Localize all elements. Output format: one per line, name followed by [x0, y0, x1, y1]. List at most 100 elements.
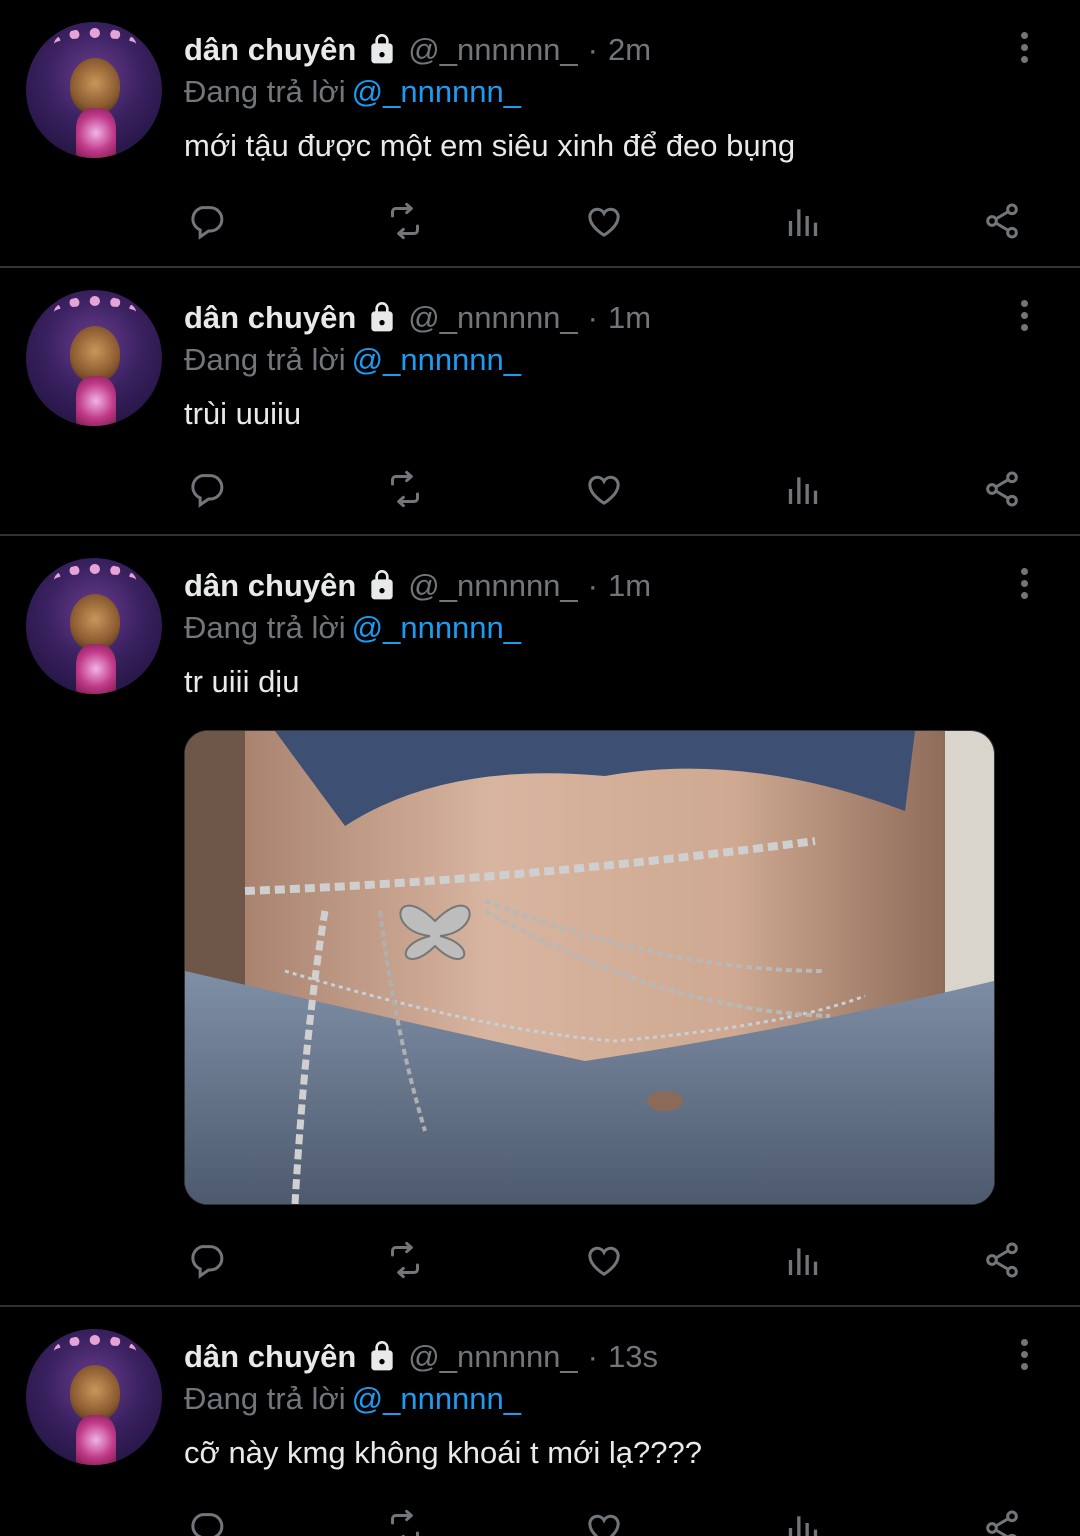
reply-mention-link[interactable]: @_nnnnnn_	[352, 610, 521, 645]
analytics-bars-icon	[788, 477, 818, 504]
views-button[interactable]	[781, 1506, 825, 1536]
more-options-icon[interactable]	[1012, 568, 1036, 602]
lock-icon	[371, 570, 393, 600]
tweet-body: dân chuyên @_nnnnnn_ · 2m Đang trả lời @_…	[184, 22, 1018, 266]
tweet-actions	[184, 1483, 1024, 1536]
display-name[interactable]: dân chuyên	[184, 1337, 356, 1377]
tweet-4[interactable]: dân chuyên @_nnnnnn_ · 13s Đang trả lời @…	[0, 1307, 1080, 1536]
views-button[interactable]	[781, 467, 825, 511]
user-handle[interactable]: @_nnnnnn_	[408, 30, 577, 70]
heart-icon	[588, 207, 620, 237]
timeline-feed: dân chuyên @_nnnnnn_ · 2m Đang trả lời @_…	[0, 0, 1080, 1536]
reply-mention-link[interactable]: @_nnnnnn_	[352, 74, 521, 109]
avatar-bottle	[76, 1415, 116, 1465]
retweet-button[interactable]	[383, 1506, 427, 1536]
tweet-header: dân chuyên @_nnnnnn_ · 2m	[184, 22, 1010, 70]
tweet-body: dân chuyên @_nnnnnn_ · 1m Đang trả lời @_…	[184, 558, 1018, 1305]
tweet-text: mới tậu được một em siêu xinh để đeo bụn…	[184, 128, 796, 163]
more-options-icon[interactable]	[1012, 32, 1036, 66]
separator-dot: ·	[587, 1339, 598, 1374]
separator-dot: ·	[587, 300, 598, 335]
tweet-text: tr uiii dịu	[184, 664, 300, 699]
tweet-header: dân chuyên @_nnnnnn_ · 1m	[184, 558, 1010, 606]
tweet-header: dân chuyên @_nnnnnn_ · 1m	[184, 290, 1010, 338]
user-handle[interactable]: @_nnnnnn_	[408, 566, 577, 606]
replying-to-line: Đang trả lời @_nnnnnn_	[184, 1379, 1010, 1419]
heart-icon	[588, 475, 620, 505]
like-button[interactable]	[582, 199, 626, 243]
analytics-bars-icon	[788, 1248, 818, 1275]
reply-bubble-icon	[191, 1513, 224, 1536]
reply-button[interactable]	[184, 199, 228, 243]
share-icon	[986, 1242, 1018, 1278]
retweet-icon	[391, 202, 419, 240]
reply-button[interactable]	[184, 1238, 228, 1282]
tweet-1[interactable]: dân chuyên @_nnnnnn_ · 2m Đang trả lời @_…	[0, 0, 1080, 268]
timestamp[interactable]: 1m	[608, 566, 651, 606]
reply-bubble-icon	[191, 474, 224, 508]
more-options-icon[interactable]	[1012, 1339, 1036, 1373]
heart-icon	[588, 1246, 620, 1276]
avatar-face	[70, 1365, 120, 1421]
lock-icon	[371, 1341, 393, 1371]
avatar-filter-ears	[54, 296, 136, 328]
tweet-body: dân chuyên @_nnnnnn_ · 1m Đang trả lời @_…	[184, 290, 1018, 534]
share-button[interactable]	[980, 1506, 1024, 1536]
reply-mention-link[interactable]: @_nnnnnn_	[352, 1381, 521, 1416]
separator-dot: ·	[587, 568, 598, 603]
avatar-face	[70, 594, 120, 650]
display-name[interactable]: dân chuyên	[184, 30, 356, 70]
retweet-icon	[391, 1509, 419, 1536]
display-name[interactable]: dân chuyên	[184, 566, 356, 606]
tweet-text: cỡ này kmg không khoái t mới lạ????	[184, 1435, 702, 1470]
avatar[interactable]	[26, 22, 162, 158]
share-icon	[986, 203, 1018, 239]
heart-icon	[588, 1514, 620, 1536]
replying-to-line: Đang trả lời @_nnnnnn_	[184, 608, 1010, 648]
avatar[interactable]	[26, 1329, 162, 1465]
replying-to-line: Đang trả lời @_nnnnnn_	[184, 72, 1010, 112]
avatar-filter-ears	[54, 564, 136, 596]
share-button[interactable]	[980, 199, 1024, 243]
display-name[interactable]: dân chuyên	[184, 298, 356, 338]
tweet-actions	[184, 176, 1024, 266]
avatar-face	[70, 326, 120, 382]
avatar-bottle	[76, 376, 116, 426]
avatar[interactable]	[26, 290, 162, 426]
timestamp[interactable]: 1m	[608, 298, 651, 338]
like-button[interactable]	[582, 1506, 626, 1536]
analytics-bars-icon	[788, 1516, 818, 1536]
share-button[interactable]	[980, 467, 1024, 511]
share-icon	[986, 1510, 1018, 1536]
timestamp[interactable]: 2m	[608, 30, 651, 70]
user-handle[interactable]: @_nnnnnn_	[408, 298, 577, 338]
avatar-filter-ears	[54, 1335, 136, 1367]
like-button[interactable]	[582, 1238, 626, 1282]
waist-chain-photo	[185, 731, 994, 1204]
separator-dot: ·	[587, 32, 598, 67]
reply-button[interactable]	[184, 467, 228, 511]
retweet-button[interactable]	[383, 1238, 427, 1282]
tweet-photo[interactable]	[184, 730, 995, 1205]
tweet-2[interactable]: dân chuyên @_nnnnnn_ · 1m Đang trả lời @_…	[0, 268, 1080, 536]
timestamp[interactable]: 13s	[608, 1337, 658, 1377]
reply-bubble-icon	[191, 206, 224, 240]
retweet-button[interactable]	[383, 467, 427, 511]
replying-to-label: Đang trả lời	[184, 74, 346, 109]
views-button[interactable]	[781, 199, 825, 243]
retweet-button[interactable]	[383, 199, 427, 243]
reply-button[interactable]	[184, 1506, 228, 1536]
tweet-actions	[184, 1215, 1024, 1305]
avatar[interactable]	[26, 558, 162, 694]
more-options-icon[interactable]	[1012, 300, 1036, 334]
like-button[interactable]	[582, 467, 626, 511]
user-handle[interactable]: @_nnnnnn_	[408, 1337, 577, 1377]
tweet-3[interactable]: dân chuyên @_nnnnnn_ · 1m Đang trả lời @_…	[0, 536, 1080, 1307]
replying-to-label: Đang trả lời	[184, 610, 346, 645]
tweet-header: dân chuyên @_nnnnnn_ · 13s	[184, 1329, 1010, 1377]
tweet-body: dân chuyên @_nnnnnn_ · 13s Đang trả lời @…	[184, 1329, 1018, 1536]
reply-mention-link[interactable]: @_nnnnnn_	[352, 342, 521, 377]
views-button[interactable]	[781, 1238, 825, 1282]
share-button[interactable]	[980, 1238, 1024, 1282]
tweet-text: trùi uuiiu	[184, 396, 302, 431]
